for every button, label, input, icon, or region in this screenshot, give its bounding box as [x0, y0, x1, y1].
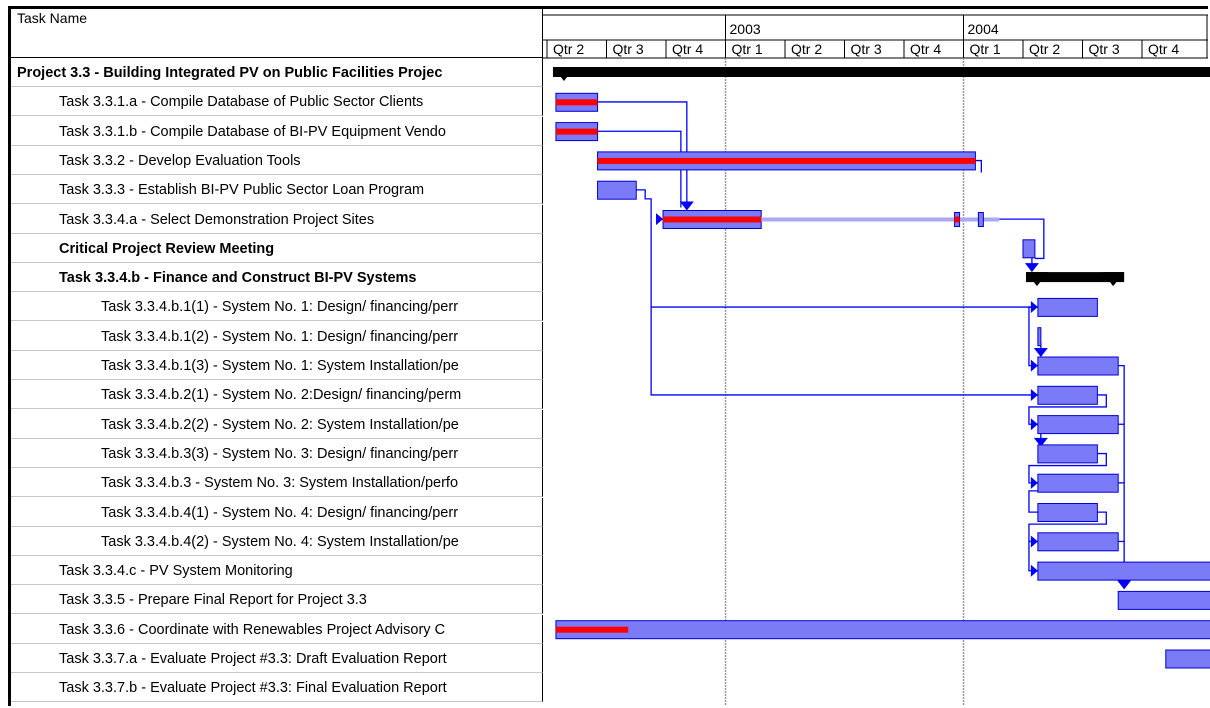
quarter-label: Qtr 3	[851, 41, 882, 57]
link-arrowhead	[656, 213, 664, 226]
task-bar	[1037, 503, 1098, 522]
link-arrowhead	[1030, 388, 1038, 401]
split-marker	[977, 212, 984, 227]
task-bar	[1037, 532, 1119, 552]
link-arrowhead	[1030, 564, 1038, 577]
task-bar	[1037, 297, 1098, 317]
split-line	[761, 217, 1000, 222]
quarter-label: Qtr 2	[1029, 41, 1060, 57]
link-arrowhead	[1033, 348, 1048, 357]
quarter-label: Qtr 1	[970, 41, 1001, 57]
progress-bar	[555, 99, 598, 106]
year-label: 2003	[730, 21, 761, 37]
task-bar	[1165, 649, 1210, 669]
quarter-label: Qtr 3	[1089, 41, 1120, 57]
quarter-label: Qtr 4	[1148, 41, 1179, 57]
link-arrowhead	[1030, 418, 1038, 431]
task-bar	[555, 620, 1210, 640]
task-bar	[1037, 415, 1119, 435]
quarter-label: Qtr 1	[732, 41, 763, 57]
task-bar	[1037, 561, 1210, 581]
split-marker-progress	[954, 216, 960, 223]
link-arrowhead	[1030, 476, 1038, 489]
quarter-label: Qtr 4	[672, 41, 703, 57]
link-arrowhead	[1030, 535, 1038, 548]
task-bar	[1037, 356, 1119, 376]
dependency-link	[999, 218, 1045, 260]
dependency-link	[975, 159, 982, 173]
link-arrowhead	[1030, 359, 1038, 372]
task-bar	[1037, 327, 1042, 347]
link-arrowhead	[1117, 580, 1132, 590]
summary-bar	[552, 67, 1210, 77]
dependency-link	[1028, 541, 1038, 572]
dependency-link	[1118, 365, 1125, 586]
dependency-link	[1028, 490, 1038, 513]
gantt-chart: 2003 2004 Qtr 2 Qtr 3 Qtr 4 Qtr 1 Qtr 2 Qtr 3 Qt…	[543, 14, 1210, 706]
task-bar	[1037, 473, 1119, 493]
link-arrowhead	[1024, 263, 1039, 273]
quarter-label: Qtr 2	[553, 41, 584, 57]
dependency-link	[636, 189, 652, 220]
progress-bar	[555, 626, 629, 633]
task-bar	[1117, 590, 1210, 610]
progress-bar	[555, 128, 598, 135]
task-bar	[1037, 385, 1098, 405]
year-label: 2004	[968, 21, 999, 37]
progress-bar	[663, 216, 762, 223]
quarter-label: Qtr 3	[613, 41, 644, 57]
task-bar	[1037, 444, 1098, 464]
progress-bar	[597, 157, 976, 164]
quarter-label: Qtr 2	[791, 41, 822, 57]
quarter-label: Qtr 4	[910, 41, 941, 57]
task-bar	[597, 180, 637, 200]
link-arrowhead	[679, 201, 694, 211]
task-bar	[1022, 239, 1036, 259]
dependency-link	[1028, 306, 1038, 367]
